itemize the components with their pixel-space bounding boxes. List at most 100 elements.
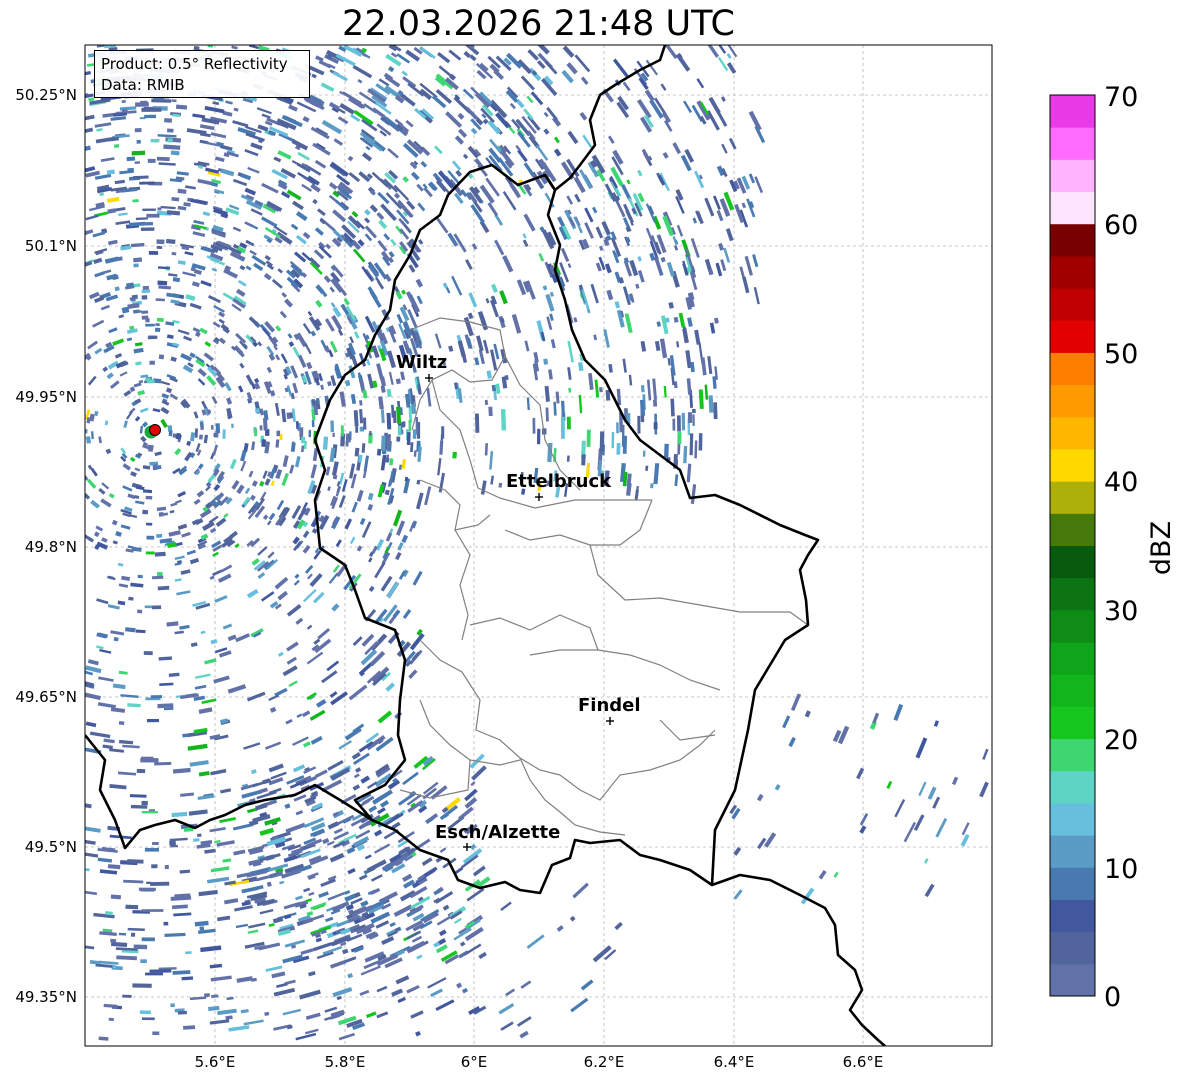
echo-cell (130, 932, 136, 937)
colorbar-segment (1050, 545, 1095, 579)
lon-tick: 5.6°E (195, 1053, 236, 1071)
echo-cell (134, 128, 142, 133)
colorbar-segment (1050, 835, 1095, 868)
colorbar-segment (1050, 802, 1095, 836)
echo-cell (210, 424, 214, 430)
echo-cell (500, 409, 507, 431)
echo-cell (142, 208, 156, 211)
echo-cell (197, 833, 202, 838)
colorbar-segment (1050, 352, 1095, 386)
echo-cell (127, 167, 134, 173)
echo-cell (145, 323, 155, 327)
colorbar-segment (1050, 159, 1095, 193)
echo-cell (259, 425, 263, 431)
echo-cell (156, 156, 170, 162)
echo-cell (452, 451, 457, 459)
echo-cell (311, 420, 315, 428)
echo-cell (322, 436, 329, 450)
echo-cell (254, 428, 258, 437)
echo-cell (330, 420, 335, 433)
colorbar-segment (1050, 384, 1095, 418)
echo-cell (137, 574, 143, 579)
echo-cell (129, 794, 147, 798)
echo-cell (171, 197, 180, 202)
echo-cell (130, 804, 148, 809)
echo-cell (642, 450, 646, 457)
echo-cell (689, 433, 694, 456)
echo-cell (156, 571, 163, 577)
echo-cell (157, 207, 162, 211)
colorbar-segment (1050, 481, 1095, 514)
colorbar-segment (1050, 674, 1095, 707)
echo-cell (156, 533, 163, 538)
colorbar-tick-label: 70 (1104, 82, 1138, 113)
echo-cell (308, 429, 312, 438)
colorbar-segment (1050, 416, 1095, 450)
echo-cell (276, 430, 281, 437)
echo-cell (122, 994, 132, 998)
echo-cell (155, 323, 160, 327)
echo-cell (640, 385, 645, 393)
echo-cell (484, 399, 489, 406)
echo-cell (653, 422, 658, 430)
echo-cell (672, 418, 676, 431)
echo-cell (134, 161, 141, 164)
colorbar-tick-label: 40 (1104, 467, 1138, 498)
echo-cell (536, 428, 541, 445)
colorbar-ticks: 0 10 20 30 40 50 60 70 (1104, 82, 1138, 1013)
echo-cell (152, 465, 158, 471)
echo-cell (132, 983, 152, 988)
echo-cell (566, 455, 570, 462)
echo-cell (121, 100, 126, 103)
colorbar-segment (1050, 770, 1095, 804)
echo-cell (151, 605, 162, 610)
echo-cell (126, 156, 136, 162)
colorbar-segment (1050, 577, 1095, 611)
echo-cell (145, 551, 155, 555)
echo-cell (622, 435, 628, 454)
echo-cell (131, 150, 146, 156)
echo-cell (611, 431, 615, 449)
colorbar-tick-label: 10 (1104, 854, 1138, 885)
city-label-findel: Findel (578, 695, 641, 716)
echo-cell (369, 430, 372, 436)
latitude-axis: 50.25°N 50.1°N 49.95°N 49.8°N 49.65°N 49… (15, 86, 77, 1006)
echo-cell (164, 118, 173, 123)
echo-cell (637, 415, 641, 434)
colorbar-label: dBZ (1146, 521, 1177, 575)
echo-cell (118, 721, 125, 726)
colorbar-segment (1050, 642, 1095, 675)
colorbar-segment (1050, 867, 1095, 900)
lon-tick: 6.2°E (584, 1053, 625, 1071)
echo-cell (231, 423, 234, 428)
echo-cell (560, 416, 565, 439)
echo-cell (142, 509, 149, 515)
echo-cell (148, 251, 159, 255)
echo-cell (144, 114, 157, 119)
lat-tick: 50.25°N (15, 86, 77, 104)
echo-cell (664, 443, 669, 458)
echo-cell (113, 636, 119, 642)
echo-cell (713, 402, 718, 420)
echo-cell (141, 909, 164, 912)
echo-cell (170, 1003, 175, 1008)
echo-cell (616, 442, 621, 455)
echo-cell (137, 609, 143, 614)
echo-cell (108, 1017, 114, 1021)
colorbar-segment (1050, 95, 1095, 128)
echo-cell (141, 107, 162, 112)
echo-cell (148, 335, 158, 339)
echo-cell (199, 926, 205, 931)
colorbar-segment (1050, 127, 1095, 160)
echo-cell (110, 938, 117, 943)
echo-cell (133, 283, 141, 288)
echo-cell (362, 417, 367, 430)
echo-cell (149, 969, 172, 973)
data-source-label: Data: RMIB (101, 76, 185, 94)
colorbar-segment (1050, 288, 1095, 321)
echo-cell (141, 289, 151, 294)
echo-cell (156, 245, 163, 250)
echo-cell (141, 1017, 155, 1021)
product-label: Product: 0.5° Reflectivity (101, 55, 288, 73)
lat-tick: 49.95°N (15, 388, 77, 406)
